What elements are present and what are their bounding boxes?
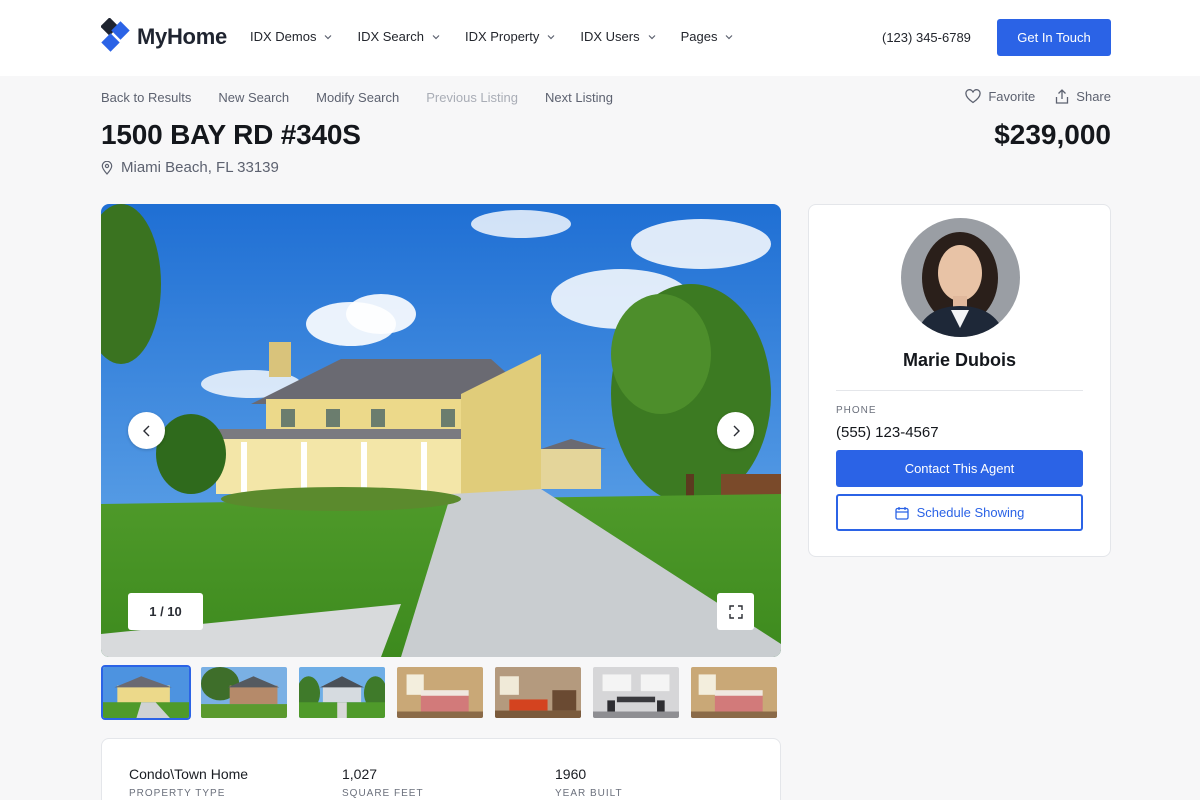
agent-avatar (901, 218, 1020, 337)
gallery-next-button[interactable] (717, 412, 754, 449)
schedule-label: Schedule Showing (916, 505, 1025, 520)
logo[interactable]: MyHome (100, 17, 227, 56)
favorite-label: Favorite (988, 89, 1036, 104)
chevron-left-icon (142, 425, 149, 436)
share-label: Share (1076, 89, 1111, 104)
listing-actions: Favorite Share (945, 89, 1111, 104)
fact-label: YEAR BUILT (555, 788, 623, 799)
nav-pages[interactable]: Pages (681, 29, 734, 44)
nav-idx-users[interactable]: IDX Users (580, 29, 656, 44)
fact-label: PROPERTY TYPE (129, 788, 226, 799)
site-header: MyHome IDX Demos IDX Search IDX Property… (0, 0, 1200, 76)
get-in-touch-button[interactable]: Get In Touch (997, 19, 1111, 56)
photo-counter: 1 / 10 (128, 593, 203, 630)
heart-icon (965, 89, 981, 104)
listing-address: Miami Beach, FL 33139 (101, 159, 279, 176)
listing-subnav: Back to Results New Search Modify Search… (101, 90, 640, 105)
chevron-down-icon (432, 34, 440, 39)
favorite-button[interactable]: Favorite (965, 89, 1035, 104)
photo-gallery: 1 / 10 (101, 204, 781, 657)
fullscreen-button[interactable] (717, 593, 754, 630)
nav-label: Pages (680, 29, 718, 44)
thumbnail-bedroom-2[interactable] (689, 665, 779, 720)
fact-value: 1960 (555, 766, 587, 782)
thumbnail-house-front[interactable] (101, 665, 191, 720)
property-facts-card: Condo\Town Home PROPERTY TYPE 1,027 SQUA… (101, 738, 781, 800)
listing-title: 1500 BAY RD #340S (101, 119, 361, 150)
modify-search-link[interactable]: Modify Search (316, 90, 399, 105)
main-nav: IDX Demos IDX Search IDX Property IDX Us… (250, 29, 758, 44)
agent-phone[interactable]: (555) 123-4567 (836, 424, 939, 441)
thumbnail-living-room[interactable] (493, 665, 583, 720)
chevron-down-icon (648, 34, 656, 39)
schedule-showing-button[interactable]: Schedule Showing (836, 494, 1083, 531)
location-pin-icon (101, 160, 113, 175)
share-button[interactable]: Share (1055, 89, 1111, 104)
chevron-right-icon (733, 425, 740, 436)
header-phone[interactable]: (123) 345-6789 (882, 30, 971, 45)
main-photo[interactable] (101, 204, 781, 657)
thumbnail-dining-room[interactable] (591, 665, 681, 720)
listing-price: $239,000 (994, 119, 1111, 150)
fact-value: Condo\Town Home (129, 766, 249, 782)
fact-square-feet: 1,027 SQUARE FEET (342, 766, 424, 799)
nav-label: IDX Search (357, 29, 424, 44)
thumbnail-house-street[interactable] (297, 665, 387, 720)
gallery-prev-button[interactable] (128, 412, 165, 449)
chevron-down-icon (726, 34, 733, 39)
nav-idx-search[interactable]: IDX Search (357, 29, 440, 44)
nav-label: IDX Demos (250, 29, 317, 44)
previous-listing-link[interactable]: Previous Listing (426, 90, 518, 105)
contact-agent-button[interactable]: Contact This Agent (836, 450, 1083, 487)
thumbnail-house-side[interactable] (199, 665, 289, 720)
share-icon (1056, 89, 1069, 104)
next-listing-link[interactable]: Next Listing (545, 90, 613, 105)
chevron-down-icon (325, 34, 332, 39)
fact-year-built: 1960 YEAR BUILT (555, 766, 623, 799)
fact-label: SQUARE FEET (342, 788, 424, 799)
back-to-results-link[interactable]: Back to Results (101, 90, 191, 105)
nav-idx-property[interactable]: IDX Property (465, 29, 555, 44)
calendar-icon (894, 506, 909, 520)
nav-label: IDX Users (580, 29, 640, 44)
thumbnail-bedroom[interactable] (395, 665, 485, 720)
logo-icon (100, 17, 139, 56)
fact-value: 1,027 (342, 766, 378, 782)
chevron-down-icon (547, 34, 555, 39)
agent-name: Marie Dubois (902, 350, 1017, 370)
expand-icon (728, 604, 743, 619)
nav-idx-demos[interactable]: IDX Demos (250, 29, 332, 44)
agent-card: Marie Dubois PHONE (555) 123-4567 Contac… (808, 204, 1111, 557)
address-text: Miami Beach, FL 33139 (121, 159, 279, 176)
phone-label: PHONE (836, 405, 877, 416)
fact-property-type: Condo\Town Home PROPERTY TYPE (129, 766, 248, 799)
nav-label: IDX Property (464, 29, 540, 44)
thumbnail-strip (101, 665, 787, 720)
logo-text: MyHome (137, 24, 227, 49)
new-search-link[interactable]: New Search (218, 90, 289, 105)
card-divider (836, 390, 1083, 391)
